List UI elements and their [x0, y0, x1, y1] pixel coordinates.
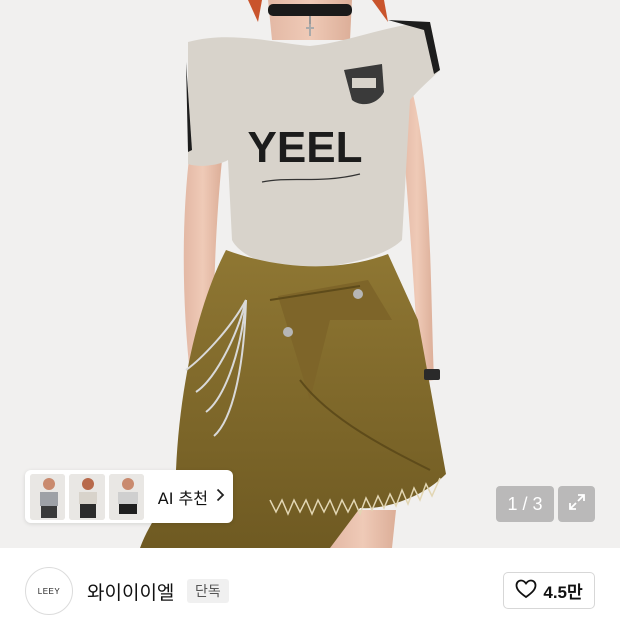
- brand-logo[interactable]: LEEY: [25, 567, 73, 615]
- ai-thumbnail[interactable]: [69, 473, 105, 520]
- ai-recommend-label: AI 추천: [157, 488, 208, 508]
- product-image[interactable]: YEEL AI 추천 1 / 3: [0, 0, 620, 548]
- ai-recommend-button[interactable]: AI 추천: [25, 470, 233, 523]
- product-photo: YEEL: [0, 0, 620, 548]
- ai-thumbnail[interactable]: [30, 473, 66, 520]
- expand-button[interactable]: [558, 486, 595, 522]
- expand-icon: [567, 492, 587, 516]
- like-count: 4.5만: [543, 583, 583, 602]
- heart-icon: [515, 579, 537, 603]
- brand-name[interactable]: 와이이이엘: [87, 578, 174, 605]
- image-pager: 1 / 3: [496, 486, 554, 522]
- ai-thumbnail[interactable]: [108, 473, 144, 520]
- exclusive-badge: 단독: [187, 579, 229, 603]
- shirt-print: YEEL: [248, 123, 363, 172]
- chevron-right-icon: [216, 488, 225, 506]
- like-button[interactable]: 4.5만: [503, 572, 595, 609]
